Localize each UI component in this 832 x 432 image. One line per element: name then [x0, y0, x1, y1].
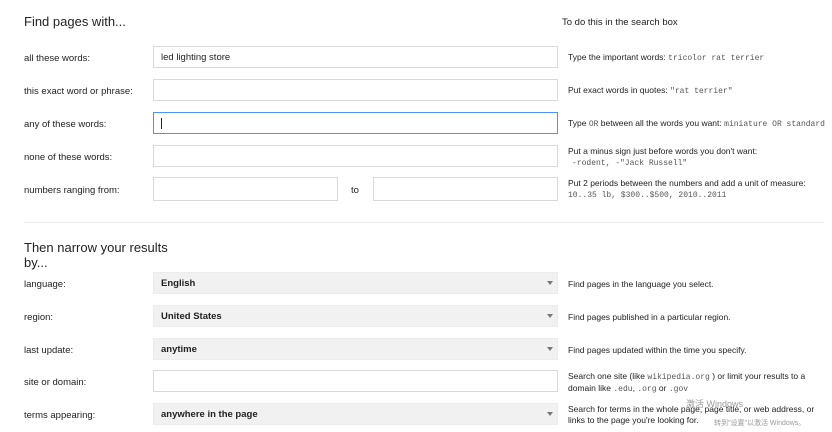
language-selected: English	[161, 277, 196, 289]
last-update-label: last update:	[24, 345, 74, 356]
exact-phrase-hint-text: Put exact words in quotes:	[568, 85, 668, 95]
text-cursor	[161, 117, 162, 129]
site-domain-hint-comma: ,	[632, 383, 635, 393]
numbers-hint: Put 2 periods between the numbers and ad…	[568, 178, 826, 201]
none-words-label: none of these words:	[24, 152, 113, 163]
any-words-hint-mid: between all the words you want:	[600, 118, 722, 128]
site-domain-input[interactable]	[153, 370, 558, 392]
numbers-hint-text: Put 2 periods between the numbers and ad…	[568, 178, 806, 188]
none-words-input[interactable]	[153, 145, 558, 167]
search-box-heading: To do this in the search box	[562, 17, 678, 28]
any-words-hint-example: miniature OR standard	[724, 120, 825, 129]
site-domain-hint-ex3: .org	[637, 385, 657, 394]
activation-watermark-subtitle: 转到"设置"以激活 Windows。	[714, 420, 806, 427]
region-select[interactable]: United States	[153, 305, 558, 327]
numbers-range-label: numbers ranging from:	[24, 185, 120, 196]
region-label: region:	[24, 312, 54, 323]
all-words-input[interactable]: led lighting store	[153, 46, 558, 68]
site-domain-hint-ex4: .gov	[668, 385, 689, 394]
numbers-from-input[interactable]	[153, 177, 338, 201]
any-words-input[interactable]	[153, 112, 558, 134]
terms-appearing-label: terms appearing:	[24, 410, 96, 421]
last-update-select[interactable]: anytime	[153, 338, 558, 360]
activation-watermark-title: 激活 Windows	[686, 399, 744, 409]
site-domain-hint-ex1: wikipedia.org	[647, 373, 710, 382]
chevron-down-icon	[547, 347, 553, 351]
exact-phrase-hint-example: "rat terrier"	[670, 87, 733, 96]
none-words-hint-text: Put a minus sign just before words you d…	[568, 146, 758, 156]
numbers-to-label: to	[351, 185, 359, 196]
any-words-label: any of these words:	[24, 119, 107, 130]
last-update-hint: Find pages updated within the time you s…	[568, 345, 747, 355]
any-words-hint-or: OR	[588, 120, 599, 129]
last-update-selected: anytime	[161, 343, 197, 355]
region-selected: United States	[161, 310, 222, 322]
region-hint: Find pages published in a particular reg…	[568, 312, 731, 322]
any-words-hint-pre: Type	[568, 118, 587, 128]
chevron-down-icon	[547, 314, 553, 318]
all-words-hint-example: tricolor rat terrier	[668, 54, 765, 63]
language-label: language:	[24, 279, 66, 290]
exact-phrase-hint: Put exact words in quotes: "rat terrier"	[568, 85, 826, 97]
all-words-label: all these words:	[24, 53, 91, 64]
all-words-hint-text: Type the important words:	[568, 52, 666, 62]
language-hint: Find pages in the language you select.	[568, 279, 714, 289]
numbers-hint-example: 10..35 lb, $300..$500, 2010..2011	[568, 191, 727, 200]
exact-phrase-label: this exact word or phrase:	[24, 86, 133, 97]
site-domain-hint-pre: Search one site (like	[568, 371, 646, 381]
none-words-hint-example: -rodent, -"Jack Russell"	[572, 159, 688, 168]
find-pages-heading: Find pages with...	[24, 14, 126, 29]
all-words-value: led lighting store	[161, 51, 231, 63]
terms-appearing-selected: anywhere in the page	[161, 408, 258, 420]
site-domain-hint-ex2: .edu	[613, 385, 633, 394]
numbers-to-input[interactable]	[373, 177, 558, 201]
any-words-hint: Type OR between all the words you want: …	[568, 118, 826, 130]
site-domain-hint: Search one site (like wikipedia.org ) or…	[568, 371, 826, 395]
terms-appearing-select[interactable]: anywhere in the page	[153, 403, 558, 425]
narrow-results-heading: Then narrow your results by...	[24, 240, 168, 270]
site-domain-label: site or domain:	[24, 377, 87, 388]
section-divider	[24, 222, 824, 223]
language-select[interactable]: English	[153, 272, 558, 294]
all-words-hint: Type the important words: tricolor rat t…	[568, 52, 826, 64]
chevron-down-icon	[547, 281, 553, 285]
none-words-hint: Put a minus sign just before words you d…	[568, 146, 826, 169]
site-domain-hint-or: or	[658, 383, 667, 393]
chevron-down-icon	[547, 412, 553, 416]
exact-phrase-input[interactable]	[153, 79, 558, 101]
